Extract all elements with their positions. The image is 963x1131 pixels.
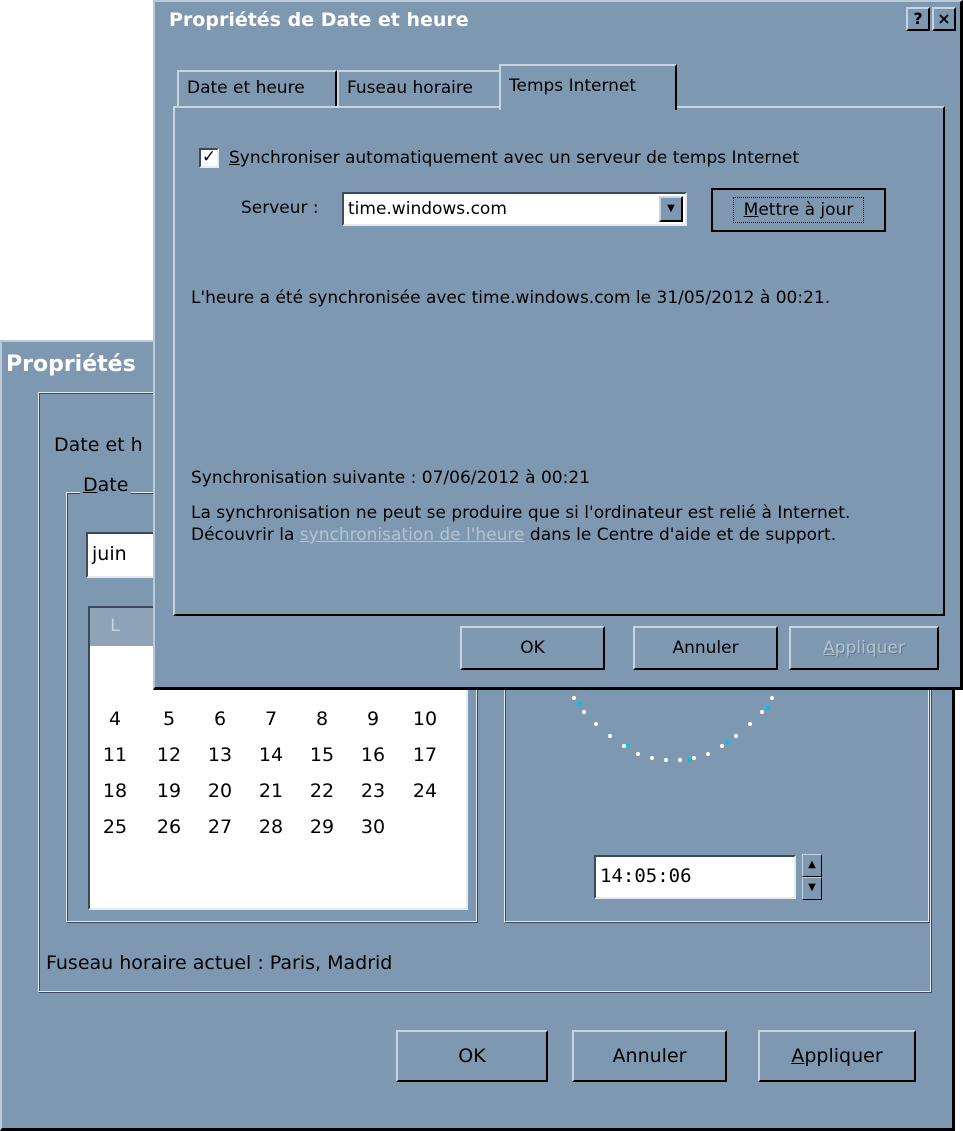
calendar-day[interactable]: 24 [408,780,442,802]
time-input[interactable]: 14:05:06 [594,855,796,899]
front-title-bar[interactable]: Propriétés de Date et heure ? × [155,2,960,38]
time-spinner[interactable]: ▲ ▼ [802,854,822,900]
calendar-day[interactable]: 20 [203,780,237,802]
calendar-day[interactable]: 21 [254,780,288,802]
back-apply-button[interactable]: Appliquer [758,1030,916,1082]
calendar-day[interactable]: 17 [408,744,442,766]
help-link[interactable]: synchronisation de l'heure [300,525,525,545]
back-ok-button[interactable]: OK [396,1030,548,1082]
back-tab-date-time[interactable]: Date et h [54,434,143,456]
weekday-header: L [110,616,120,636]
server-label: Serveur : [241,198,319,218]
calendar-day[interactable]: 5 [152,708,186,730]
front-ok-label: OK [520,638,545,658]
calendar-day[interactable]: 10 [408,708,442,730]
calendar-day[interactable]: 25 [98,816,132,838]
update-now-label: Mettre à jour [732,197,865,223]
back-ok-label: OK [458,1045,486,1067]
chevron-down-icon[interactable]: ▼ [659,196,683,222]
month-select-value: juin [92,543,127,565]
tab-date-time[interactable]: Date et heure [177,70,337,106]
server-select[interactable]: time.windows.com ▼ [342,192,687,226]
calendar-day[interactable]: 6 [203,708,237,730]
calendar-day[interactable]: 30 [356,816,390,838]
calendar-day[interactable]: 29 [305,816,339,838]
help-icon[interactable]: ? [906,7,930,31]
calendar-day[interactable]: 15 [305,744,339,766]
back-window-title: Propriétés [6,352,136,377]
front-apply-label: Appliquer [823,638,905,658]
info-text-after: dans le Centre d'aide et de support. [529,525,837,545]
close-icon[interactable]: × [932,7,956,31]
spin-up-icon[interactable]: ▲ [802,854,822,877]
front-cancel-button[interactable]: Annuler [633,626,778,670]
sync-info-text: La synchronisation ne peut se produire q… [191,502,931,546]
calendar-day[interactable]: 8 [305,708,339,730]
calendar-day[interactable]: 11 [98,744,132,766]
calendar-day[interactable]: 13 [203,744,237,766]
calendar-day[interactable]: 14 [254,744,288,766]
calendar-day[interactable]: 7 [254,708,288,730]
date-group-label: Date [80,474,132,496]
sync-status-text: L'heure a été synchronisée avec time.win… [191,288,831,308]
front-apply-button[interactable]: Appliquer [789,626,939,670]
calendar-day[interactable]: 19 [152,780,186,802]
front-cancel-label: Annuler [672,638,739,658]
current-timezone-text: Fuseau horaire actuel : Paris, Madrid [46,952,393,974]
calendar-day[interactable]: 18 [98,780,132,802]
update-now-button[interactable]: Mettre à jour [711,188,886,232]
calendar-day[interactable]: 12 [152,744,186,766]
next-sync-text: Synchronisation suivante : 07/06/2012 à … [191,468,590,488]
checkmark-icon: ✓ [201,147,217,167]
date-time-properties-window-front: Propriétés de Date et heure ? × Date et … [153,0,963,690]
calendar-day[interactable]: 27 [203,816,237,838]
calendar-day[interactable]: 4 [98,708,132,730]
back-cancel-button[interactable]: Annuler [572,1030,727,1082]
front-ok-button[interactable]: OK [460,626,605,670]
server-select-value: time.windows.com [348,199,507,219]
front-window-title: Propriétés de Date et heure [169,9,469,31]
calendar-day[interactable]: 26 [152,816,186,838]
back-cancel-label: Annuler [612,1045,687,1067]
calendar-day[interactable]: 16 [356,744,390,766]
sync-checkbox[interactable]: ✓ [199,148,219,168]
back-apply-label: Appliquer [791,1045,883,1067]
sync-checkbox-label[interactable]: Synchroniser automatiquement avec un ser… [229,148,799,168]
calendar-day[interactable]: 28 [254,816,288,838]
calendar-day[interactable]: 22 [305,780,339,802]
spin-down-icon[interactable]: ▼ [802,877,822,900]
calendar-day[interactable]: 23 [356,780,390,802]
calendar-day[interactable]: 9 [356,708,390,730]
tab-timezone[interactable]: Fuseau horaire [337,70,501,106]
tab-internet-time[interactable]: Temps Internet [499,64,677,110]
time-input-value: 14:05:06 [600,865,692,887]
